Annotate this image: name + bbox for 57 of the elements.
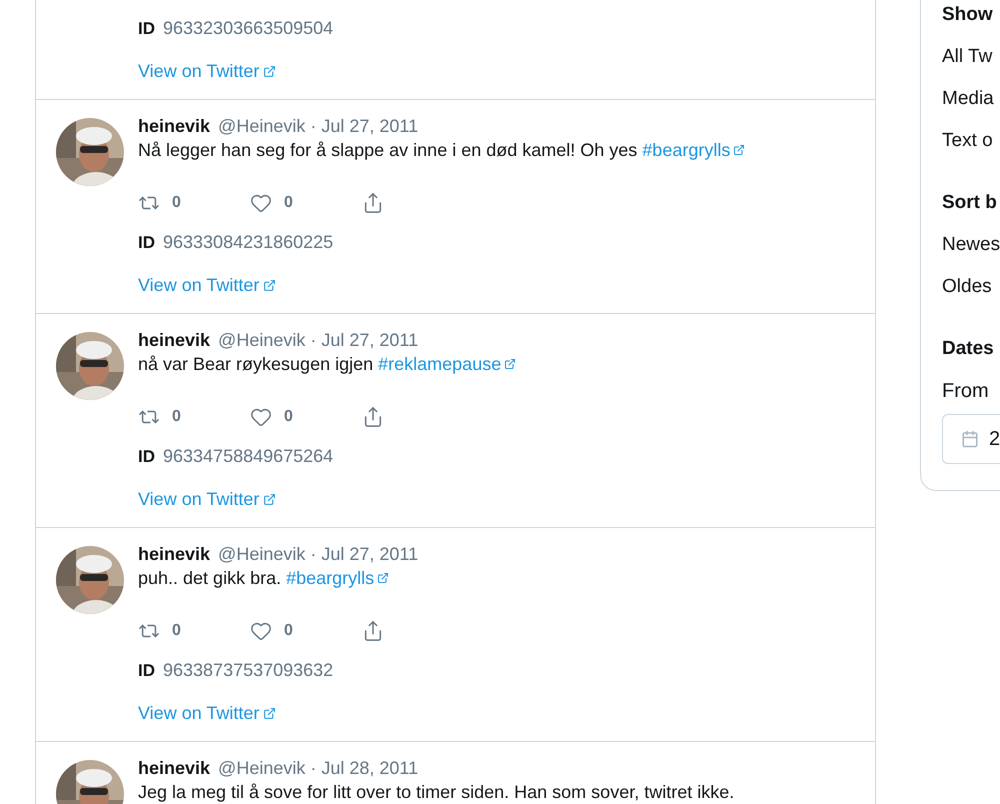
filter-option[interactable]: Oldes: [942, 272, 1000, 302]
external-link-icon: [263, 278, 276, 292]
handle-date: @Heinevik · Jul 27, 2011: [218, 329, 418, 351]
tweet-text: Jeg la meg til å sove for litt over to timer siden. Han som sover, twitret ikke.: [138, 781, 734, 803]
calendar-icon: [961, 430, 979, 448]
share-icon[interactable]: [362, 192, 384, 214]
section-heading: Dates: [942, 337, 995, 361]
hashtag-link[interactable]: #reklamepause: [378, 353, 516, 375]
tweet-id: 96338737537093632: [163, 659, 334, 681]
like-count: 0: [284, 194, 293, 212]
external-link-icon: [377, 572, 390, 584]
retweet-count: 0: [172, 194, 181, 212]
tweet-text: nå var Bear røykesugen igjen #reklamepause: [138, 353, 516, 375]
share-icon[interactable]: [362, 620, 384, 642]
heart-icon[interactable]: [250, 620, 272, 642]
tweet-text: puh.. det gikk bra. #beargrylls: [138, 567, 390, 589]
section-heading: Show: [942, 3, 994, 27]
user-name: heinevik: [138, 757, 210, 779]
user-name: heinevik: [138, 329, 210, 351]
handle-date: @Heinevik · Jul 28, 2011: [218, 757, 418, 779]
heart-icon[interactable]: [250, 192, 272, 214]
id-label: ID: [138, 232, 155, 254]
user-name: heinevik: [138, 543, 210, 565]
external-link-icon: [733, 144, 746, 156]
external-link-icon: [504, 358, 516, 370]
id-label: ID: [138, 446, 155, 468]
share-icon[interactable]: [362, 406, 384, 428]
hashtag-link[interactable]: #beargrylls: [286, 567, 390, 589]
tweet-id: 96333084231860225: [163, 231, 334, 253]
id-label: ID: [138, 660, 155, 682]
like-count: 0: [284, 622, 293, 640]
filter-option[interactable]: Text o: [942, 126, 1000, 156]
view-on-twitter-link[interactable]: View on Twitter: [138, 488, 276, 510]
view-on-twitter-link[interactable]: View on Twitter: [138, 60, 276, 82]
heart-icon[interactable]: [250, 406, 272, 428]
date-field[interactable]: 2: [942, 414, 1000, 464]
field-label: From: [942, 379, 990, 404]
id-label: ID: [138, 18, 155, 40]
view-on-twitter-link[interactable]: View on Twitter: [138, 702, 276, 724]
external-link-icon: [263, 64, 276, 78]
section-heading: Sort b: [942, 191, 998, 215]
retweet-count: 0: [172, 622, 181, 640]
user-name: heinevik: [138, 115, 210, 137]
filter-option[interactable]: All Tw: [942, 42, 1000, 72]
like-count: 0: [284, 408, 293, 426]
view-on-twitter-link[interactable]: View on Twitter: [138, 274, 276, 296]
retweet-count: 0: [172, 408, 181, 426]
handle-date: @Heinevik · Jul 27, 2011: [218, 115, 418, 137]
external-link-icon: [263, 706, 276, 720]
external-link-icon: [263, 492, 276, 506]
handle-date: @Heinevik · Jul 27, 2011: [218, 543, 418, 565]
tweet-text: Nå legger han seg for å slappe av inne i en død kamel! Oh yes #beargrylls: [138, 139, 746, 161]
filter-option[interactable]: Media: [942, 84, 1000, 114]
tweet-id: 96334758849675264: [163, 445, 334, 467]
tweet-id: 96332303663509504: [163, 17, 334, 39]
filter-option[interactable]: Newes: [942, 230, 1000, 260]
hashtag-link[interactable]: #beargrylls: [642, 139, 746, 161]
